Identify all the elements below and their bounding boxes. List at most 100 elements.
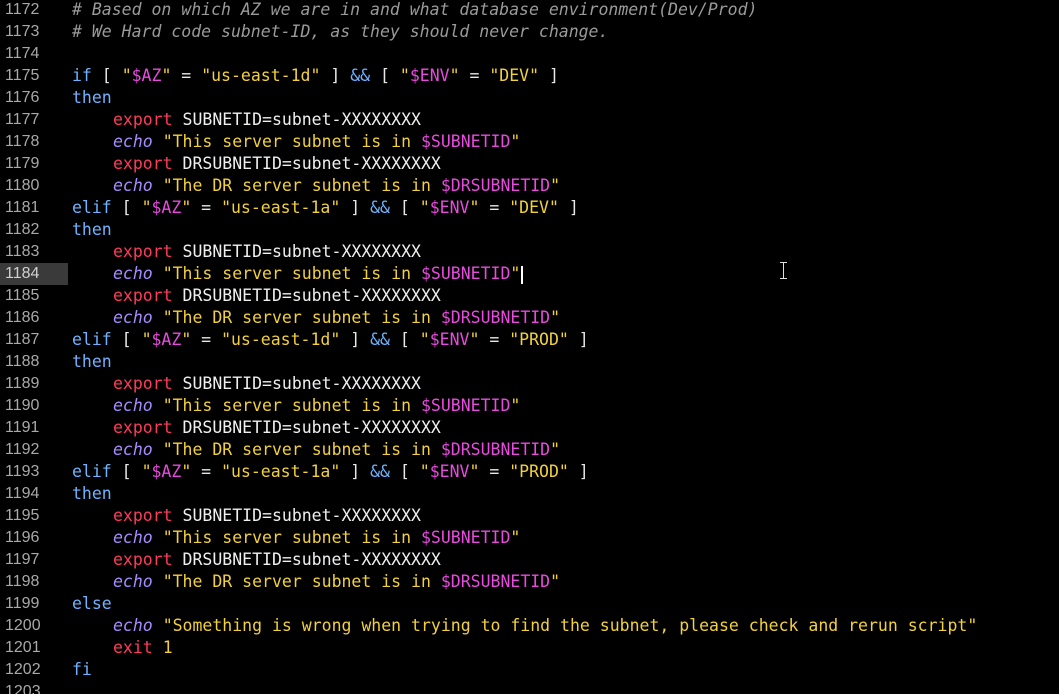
line-number: 1192 xyxy=(5,441,40,458)
line-number: 1190 xyxy=(5,397,40,414)
code-line[interactable]: export DRSUBNETID=subnet-XXXXXXXX xyxy=(72,153,1059,175)
code-line[interactable]: then xyxy=(72,87,1059,109)
code-token-op: [ xyxy=(111,462,142,481)
code-token-str: " xyxy=(181,330,192,349)
line-number: 1184 xyxy=(0,263,68,285)
code-token-var: $DRSUBNETID xyxy=(440,440,551,459)
code-token-var: $SUBNETID xyxy=(420,132,511,151)
code-line[interactable]: echo "The DR server subnet is in $DRSUBN… xyxy=(72,307,1059,329)
code-line[interactable]: fi xyxy=(72,659,1059,681)
code-token-op: = xyxy=(191,198,222,217)
code-token-plain: DRSUBNETID=subnet-XXXXXXXX xyxy=(172,418,441,437)
code-line[interactable] xyxy=(72,43,1059,65)
code-token-echo: echo xyxy=(113,176,153,195)
code-line[interactable]: elif [ "$AZ" = "us-east-1d" ] && [ "$ENV… xyxy=(72,329,1059,351)
code-line[interactable]: export SUBNETID=subnet-XXXXXXXX xyxy=(72,505,1059,527)
code-token-kw: && xyxy=(370,198,390,217)
code-token-plain: SUBNETID=subnet-XXXXXXXX xyxy=(172,110,421,129)
code-token-op xyxy=(153,528,163,547)
code-token-var: $SUBNETID xyxy=(420,396,511,415)
code-line[interactable]: then xyxy=(72,219,1059,241)
code-token-str: " xyxy=(419,462,430,481)
code-token-kw: && xyxy=(370,462,390,481)
line-number: 1198 xyxy=(5,573,40,590)
line-number: 1196 xyxy=(5,529,40,546)
text-caret xyxy=(521,265,524,284)
code-line[interactable]: export DRSUBNETID=subnet-XXXXXXXX xyxy=(72,417,1059,439)
code-token-op xyxy=(153,132,163,151)
code-token-str: "DEV" xyxy=(509,198,559,217)
code-line[interactable]: # Based on which AZ we are in and what d… xyxy=(72,0,1059,21)
code-line[interactable]: echo "This server subnet is in $SUBNETID… xyxy=(72,263,1059,285)
code-token-str: " xyxy=(419,330,430,349)
code-line[interactable]: echo "The DR server subnet is in $DRSUBN… xyxy=(72,439,1059,461)
code-token-kw: && xyxy=(350,66,371,85)
code-token-str: "This server subnet is in xyxy=(162,396,421,415)
line-number: 1178 xyxy=(5,133,40,150)
code-token-op xyxy=(153,176,163,195)
code-token-str: "PROD" xyxy=(509,330,569,349)
line-number: 1173 xyxy=(5,23,40,40)
code-token-op xyxy=(153,616,163,635)
code-token-str: " xyxy=(161,66,172,85)
code-line[interactable]: export SUBNETID=subnet-XXXXXXXX xyxy=(72,241,1059,263)
code-token-op: ] xyxy=(320,66,351,85)
code-token-str: " xyxy=(419,198,430,217)
line-number: 1191 xyxy=(5,419,40,436)
code-area[interactable]: # Based on which AZ we are in and what d… xyxy=(72,0,1059,694)
code-line[interactable]: then xyxy=(72,351,1059,373)
code-line[interactable]: echo "This server subnet is in $SUBNETID… xyxy=(72,131,1059,153)
line-number: 1175 xyxy=(5,67,40,84)
code-line[interactable]: then xyxy=(72,483,1059,505)
code-token-op: = xyxy=(171,66,202,85)
code-token-op xyxy=(153,396,163,415)
line-number: 1194 xyxy=(5,485,40,502)
line-number: 1181 xyxy=(5,199,40,216)
code-editor[interactable]: 1172 1173 1174 1175 1176 1177 1178 1179 1180 1181… xyxy=(0,0,1059,694)
code-line[interactable]: exit 1 xyxy=(72,637,1059,659)
code-token-plain: SUBNETID=subnet-XXXXXXXX xyxy=(172,506,421,525)
line-number: 1172 xyxy=(5,1,40,18)
code-line[interactable]: export DRSUBNETID=subnet-XXXXXXXX xyxy=(72,549,1059,571)
code-token-op: ] xyxy=(340,462,371,481)
code-token-op: [ xyxy=(389,198,420,217)
code-line[interactable]: export SUBNETID=subnet-XXXXXXXX xyxy=(72,373,1059,395)
code-line[interactable]: echo "The DR server subnet is in $DRSUBN… xyxy=(72,175,1059,197)
code-line[interactable]: if [ "$AZ" = "us-east-1d" ] && [ "$ENV" … xyxy=(72,65,1059,87)
code-token-echo: echo xyxy=(113,616,153,635)
code-line[interactable]: export SUBNETID=subnet-XXXXXXXX xyxy=(72,109,1059,131)
code-line[interactable]: else xyxy=(72,593,1059,615)
code-token-str: " xyxy=(181,198,192,217)
code-token-str: " xyxy=(550,176,561,195)
code-token-var: $SUBNETID xyxy=(420,528,511,547)
line-number: 1180 xyxy=(5,177,40,194)
code-line[interactable]: export DRSUBNETID=subnet-XXXXXXXX xyxy=(72,285,1059,307)
code-token-op: [ xyxy=(91,66,122,85)
code-line[interactable]: elif [ "$AZ" = "us-east-1a" ] && [ "$ENV… xyxy=(72,461,1059,483)
code-line[interactable]: echo "The DR server subnet is in $DRSUBN… xyxy=(72,571,1059,593)
code-token-var: $ENV xyxy=(409,66,450,85)
code-line[interactable]: # We Hard code subnet-ID, as they should… xyxy=(72,21,1059,43)
code-token-op: [ xyxy=(389,462,420,481)
code-token-export: export xyxy=(113,286,173,305)
code-token-comment: # Based on which AZ we are in and what d… xyxy=(72,0,758,19)
code-token-str: " xyxy=(399,66,410,85)
code-token-op: [ xyxy=(370,66,400,85)
code-token-str: " xyxy=(141,330,152,349)
code-token-plain: SUBNETID=subnet-XXXXXXXX xyxy=(172,374,421,393)
line-number: 1185 xyxy=(5,287,40,304)
code-token-kw: then xyxy=(72,352,112,371)
code-token-var: $ENV xyxy=(429,462,470,481)
code-line[interactable]: elif [ "$AZ" = "us-east-1a" ] && [ "$ENV… xyxy=(72,197,1059,219)
code-token-op: [ xyxy=(111,330,142,349)
line-number: 1199 xyxy=(5,595,40,612)
code-token-var: $AZ xyxy=(151,462,182,481)
code-token-op: ] xyxy=(340,330,371,349)
code-token-export: export xyxy=(113,374,173,393)
code-token-kw: if xyxy=(72,66,92,85)
code-line[interactable]: echo "This server subnet is in $SUBNETID… xyxy=(72,395,1059,417)
code-line[interactable]: echo "This server subnet is in $SUBNETID… xyxy=(72,527,1059,549)
code-line[interactable]: echo "Something is wrong when trying to … xyxy=(72,615,1059,637)
code-line[interactable] xyxy=(72,681,1059,694)
line-number: 1195 xyxy=(5,507,40,524)
